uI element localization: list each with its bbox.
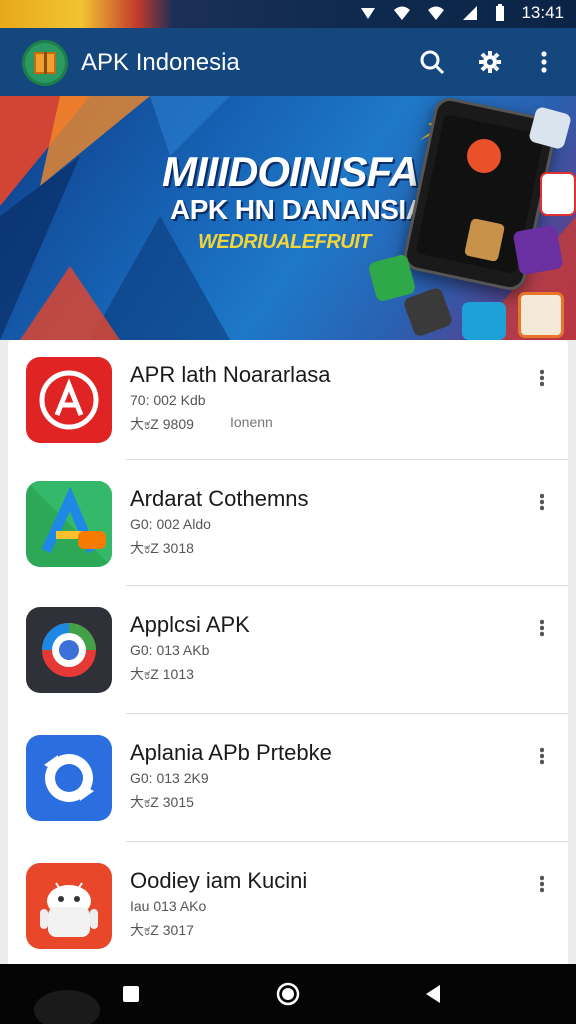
list-item[interactable]: Applcsi APK G0: 013 AKb 大ಕZ 1013 <box>8 590 568 718</box>
status-bar: 13:41 <box>0 0 576 28</box>
app-title: APK Indonesia <box>81 49 240 76</box>
more-vert-icon <box>540 875 544 893</box>
app-stat: 大ಕZ 3018 <box>130 540 194 556</box>
app-stat: 大ಕZ 9809 <box>130 416 194 432</box>
square-icon <box>123 986 139 1002</box>
item-menu-button[interactable] <box>530 870 554 898</box>
blue-arrows-icon <box>26 735 112 821</box>
more-vert-icon <box>541 51 547 73</box>
app-bar: APK Indonesia <box>0 28 576 96</box>
app-name: Applcsi APK <box>130 612 250 637</box>
divider <box>126 713 568 714</box>
banner-headline: MIIIDOINISFA <box>162 148 419 195</box>
nav-shadow-decoration <box>34 990 100 1024</box>
banner-tagline: WEDRIUALEFRUIT <box>198 231 371 253</box>
more-vert-icon <box>540 493 544 511</box>
home-button[interactable] <box>273 979 303 1009</box>
app-size: G0: 002 Aldo <box>130 516 211 532</box>
wifi-strength-icon <box>428 6 445 20</box>
banner-subhead: APK HN DANANSIA <box>170 194 426 225</box>
promo-banner[interactable]: MIIIDOINISFA APK HN DANANSIA WEDRIUALEFR… <box>0 96 576 340</box>
divider <box>126 841 568 842</box>
search-button[interactable] <box>414 44 450 80</box>
back-triangle-icon <box>426 985 440 1003</box>
list-item[interactable]: Aplania APb Prtebke G0: 013 2K9 大ಕZ 3015 <box>8 718 568 846</box>
app-name: Oodiey iam Kucini <box>130 868 308 893</box>
app-name: Ardarat Cothemns <box>130 486 309 511</box>
divider <box>126 459 568 460</box>
colorful-circle-icon <box>26 607 112 693</box>
gear-icon <box>479 51 501 73</box>
cell-signal-icon <box>463 6 478 20</box>
search-icon <box>420 50 445 75</box>
overflow-menu-button[interactable] <box>526 44 562 80</box>
wifi-icon <box>394 6 411 20</box>
app-stat: 大ಕZ 1013 <box>130 666 194 682</box>
system-nav-bar <box>0 964 576 1024</box>
home-circle-icon <box>276 982 300 1006</box>
battery-icon <box>496 4 505 21</box>
list-item[interactable]: Oodiey iam Kucini Iau 013 AKo 大ಕZ 3017 <box>8 846 568 974</box>
green-a-icon <box>26 481 112 567</box>
list-item[interactable]: Ardarat Cothemns G0: 002 Aldo 大ಕZ 3018 <box>8 464 568 592</box>
item-menu-button[interactable] <box>530 614 554 642</box>
app-logo-icon <box>22 40 68 86</box>
floating-app-icon <box>540 172 576 216</box>
floating-app-icon <box>512 224 564 276</box>
list-item[interactable]: APR lath Noararlasa 70: 002 Kdb 大ಕZ 9809… <box>8 340 568 468</box>
more-vert-icon <box>540 619 544 637</box>
item-menu-button[interactable] <box>530 488 554 516</box>
app-stat: 大ಕZ 3015 <box>130 794 194 810</box>
settings-button[interactable] <box>472 44 508 80</box>
floating-app-icon <box>518 292 564 338</box>
app-stat: 大ಕZ 3017 <box>130 922 194 938</box>
screen: 13:41 APK Indonesia MIIIDOINISFA APK HN … <box>0 0 576 1024</box>
signal-icon <box>361 8 376 19</box>
more-vert-icon <box>540 369 544 387</box>
app-size: 70: 002 Kdb <box>130 392 206 408</box>
status-time: 13:41 <box>521 3 564 22</box>
app-size: G0: 013 AKb <box>130 642 210 658</box>
more-vert-icon <box>540 747 544 765</box>
divider <box>126 585 568 586</box>
item-menu-button[interactable] <box>530 364 554 392</box>
red-a-icon <box>26 357 112 443</box>
item-menu-button[interactable] <box>530 742 554 770</box>
recents-button[interactable] <box>116 979 146 1009</box>
app-size: G0: 013 2K9 <box>130 770 209 786</box>
app-name: APR lath Noararlasa <box>130 362 331 387</box>
app-size: Iau 013 AKo <box>130 898 207 914</box>
back-button[interactable] <box>418 979 448 1009</box>
floating-app-icon <box>462 302 506 340</box>
android-robot-icon <box>26 863 112 949</box>
app-name: Aplania APb Prtebke <box>130 740 332 765</box>
app-list: APR lath Noararlasa 70: 002 Kdb 大ಕZ 9809… <box>8 340 568 968</box>
app-extra: Ionenn <box>230 414 273 430</box>
